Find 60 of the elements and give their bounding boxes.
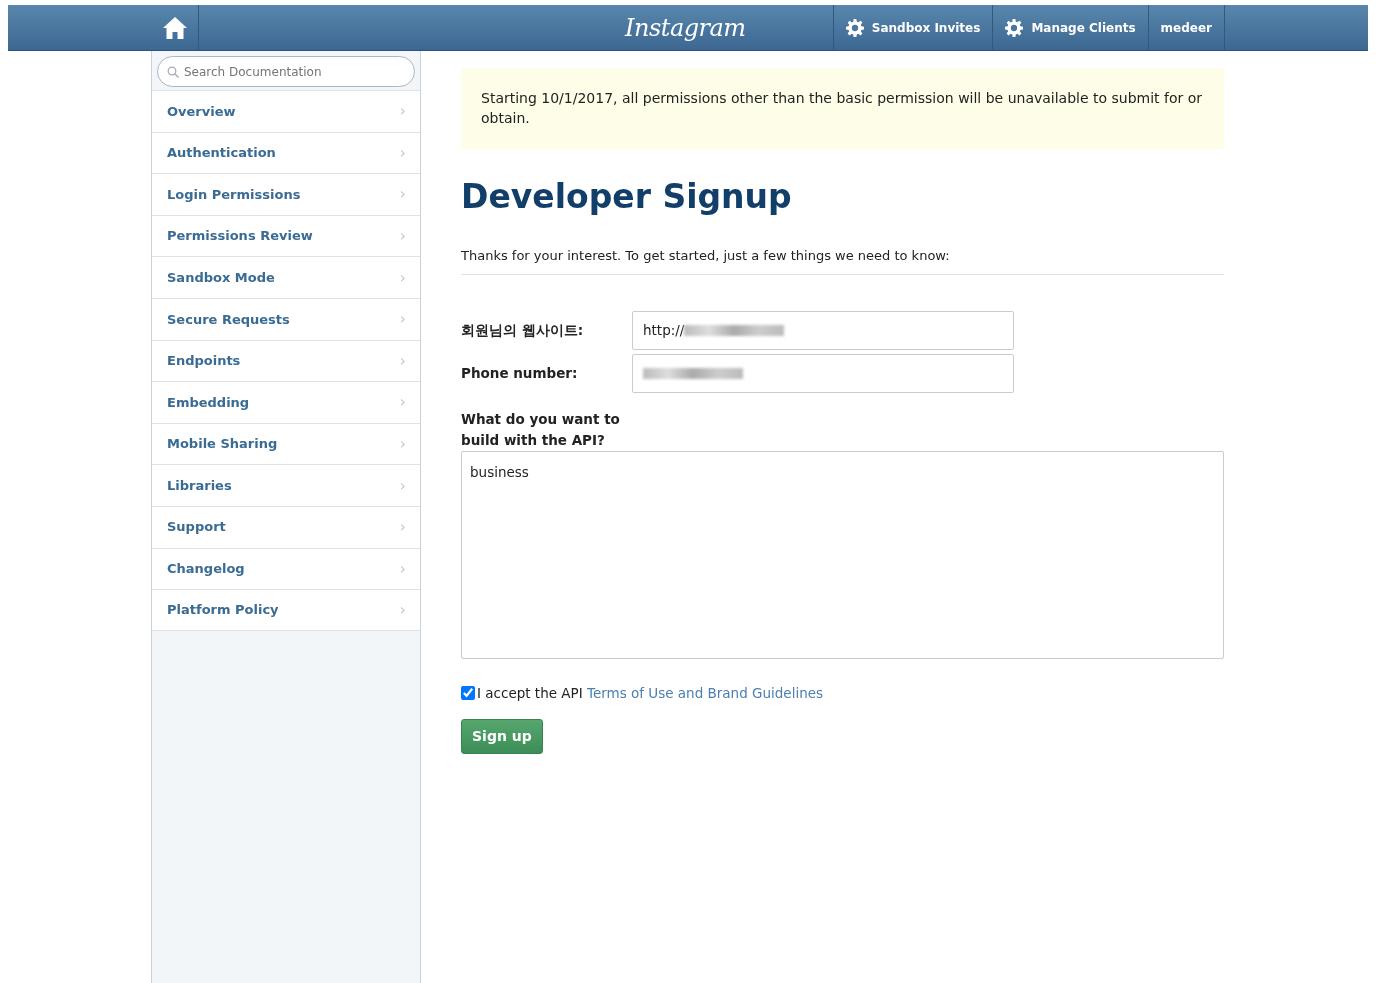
chevron-icon: › [399, 307, 406, 332]
sidebar-item-label: Authentication [167, 144, 276, 163]
sidebar-item-label: Support [167, 518, 226, 537]
terms-link[interactable]: Terms of Use and Brand Guidelines [586, 684, 824, 701]
gear-icon [845, 19, 864, 37]
notice-banner: Starting 10/1/2017, all permissions other than the basic permission will be unavailable to submit for or obtain. [461, 68, 1224, 149]
sidebar-item[interactable]: Changelog › [152, 547, 420, 590]
sidebar-item-label: Secure Requests [167, 310, 290, 329]
page-title: Developer Signup [461, 176, 793, 217]
field-label: Phone number: [461, 364, 579, 384]
sidebar-item-label: Endpoints [167, 352, 241, 371]
sidebar-item-label: Mobile Sharing [167, 435, 278, 454]
chevron-icon: › [399, 99, 406, 124]
sidebar-item-label: Login Permissions [167, 185, 301, 204]
search-field[interactable]: Search Documentation [157, 56, 415, 87]
sidebar-item[interactable]: Sandbox Mode › [152, 256, 420, 298]
input-field[interactable] [632, 353, 1014, 393]
sidebar-item[interactable]: Support › [152, 505, 420, 548]
text-area[interactable]: business [461, 450, 1224, 659]
sidebar-item[interactable]: Overview › [152, 90, 420, 132]
field-label: What do you want to build with the API? [461, 409, 621, 450]
chevron-icon: › [399, 515, 406, 540]
input-field[interactable]: http:// [632, 310, 1014, 350]
terms-text: I accept the API Terms of Use and Brand Guidelines [477, 683, 824, 703]
sidebar-item[interactable]: Permissions Review › [152, 214, 420, 257]
nav-link[interactable]: medeer [1147, 5, 1225, 51]
field-label: 회원님의 웹사이트: [461, 321, 585, 341]
sidebar-item[interactable]: Authentication › [152, 131, 420, 174]
chevron-icon: › [399, 432, 406, 457]
nav-link[interactable]: Sandbox Invites [832, 5, 993, 51]
sidebar-item[interactable]: Login Permissions › [152, 173, 420, 215]
sidebar-item[interactable]: Mobile Sharing › [152, 422, 420, 465]
sidebar-item-label: Changelog [167, 560, 245, 579]
sidebar-item[interactable]: Platform Policy › [152, 589, 420, 631]
sidebar-item-label: Permissions Review [167, 227, 313, 246]
sidebar-item[interactable]: Libraries › [152, 464, 420, 506]
logo-text: Instagram [625, 13, 746, 44]
sidebar-item[interactable]: Embedding › [152, 381, 420, 423]
chevron-icon: › [399, 390, 406, 415]
chevron-icon: › [399, 556, 406, 581]
chevron-icon: › [399, 597, 406, 622]
chevron-icon: › [399, 473, 406, 498]
intro-text: Thanks for your interest. To get started, just a few things we need to know: [461, 246, 1224, 275]
chevron-icon: › [399, 224, 406, 249]
sidebar-item-label: Sandbox Mode [167, 268, 275, 287]
sidebar-item-label: Embedding [167, 393, 250, 412]
home-icon [162, 17, 187, 39]
chevron-icon: › [399, 182, 406, 207]
sidebar-item-label: Libraries [167, 476, 232, 495]
sidebar-item-label: Platform Policy [167, 601, 279, 620]
chevron-icon: › [399, 348, 406, 373]
sidebar-item[interactable]: Endpoints › [152, 339, 420, 382]
sidebar-item[interactable]: Secure Requests › [152, 297, 420, 340]
chevron-icon: › [399, 265, 406, 290]
sign-up-button[interactable]: Sign up [461, 718, 543, 754]
checkbox[interactable] [461, 685, 475, 700]
nav-link[interactable]: Manage Clients [992, 5, 1148, 51]
chevron-icon: › [399, 140, 406, 165]
gear-icon [1005, 19, 1024, 37]
sidebar-item-label: Overview [167, 102, 236, 121]
